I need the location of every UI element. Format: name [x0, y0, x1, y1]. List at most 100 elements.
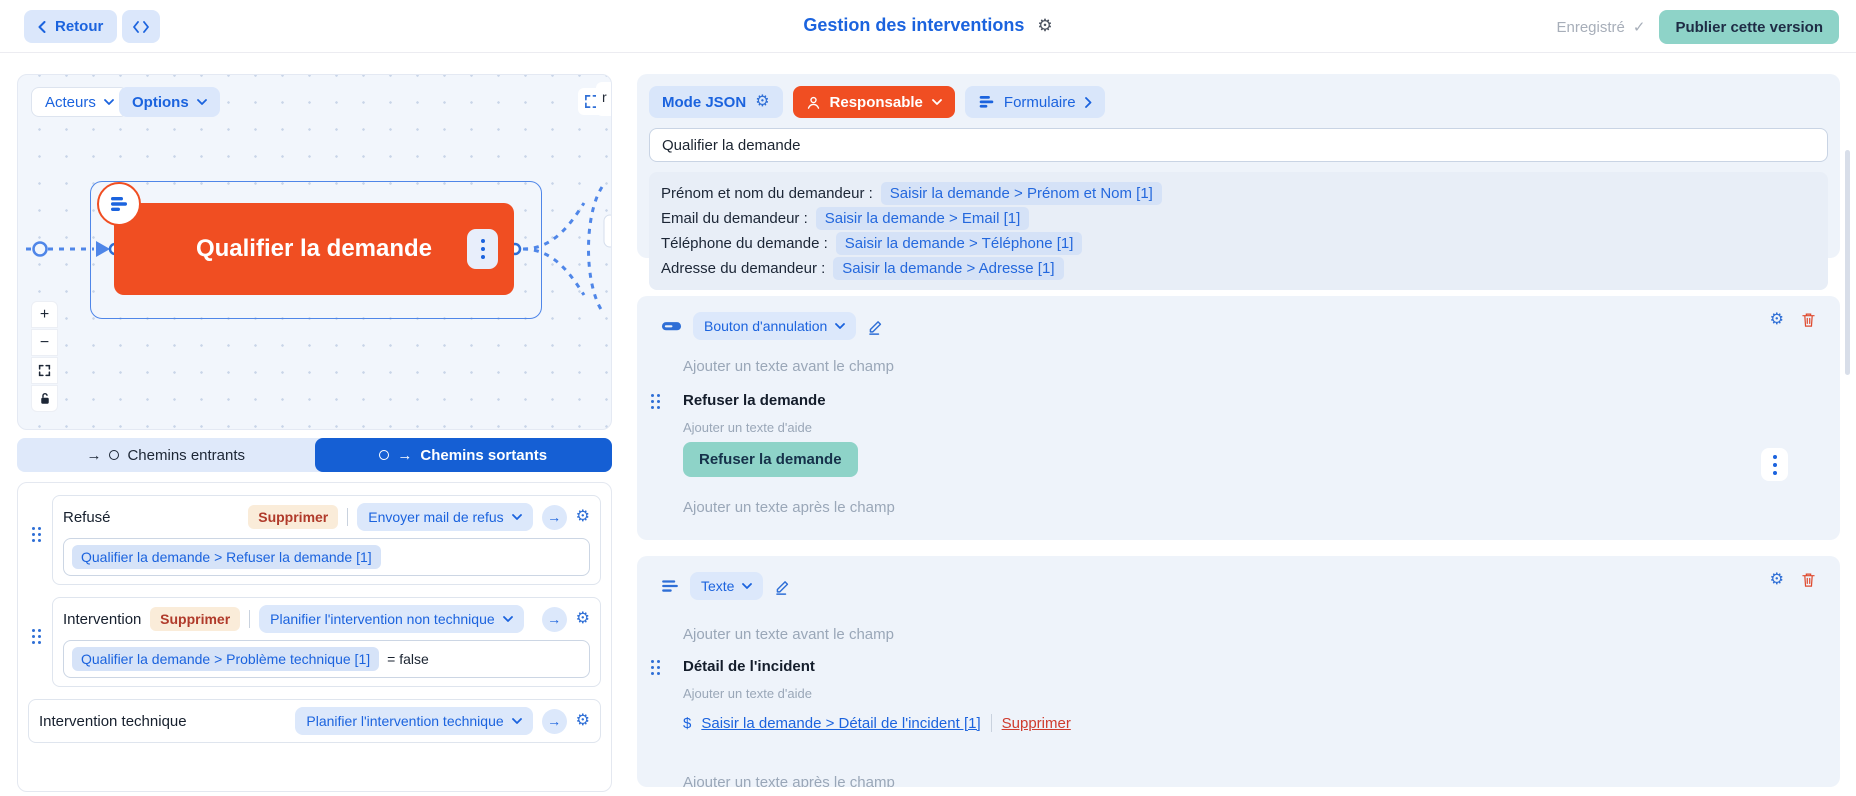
field-menu-button[interactable]	[1761, 448, 1788, 481]
lock-button[interactable]	[31, 385, 58, 412]
chevron-down-icon	[932, 99, 942, 106]
publish-button[interactable]: Publier cette version	[1659, 10, 1839, 44]
divider	[347, 508, 348, 526]
zoom-in-button[interactable]: +	[31, 301, 58, 328]
path-settings-icon[interactable]: ⚙	[576, 509, 590, 525]
help-text-placeholder[interactable]: Ajouter un texte d'aide	[683, 686, 812, 701]
go-to-step-button[interactable]: →	[542, 505, 567, 530]
target-step-label: Envoyer mail de refus	[368, 509, 503, 525]
tab-incoming-paths[interactable]: → Chemins entrants	[17, 438, 315, 472]
form-label: Formulaire	[1004, 94, 1076, 111]
info-line: Prénom et nom du demandeur : Saisir la d…	[661, 182, 1816, 205]
info-binding-chip[interactable]: Saisir la demande > Email [1]	[816, 207, 1030, 230]
options-dropdown[interactable]: Options	[119, 87, 220, 117]
request-info-block: Prénom et nom du demandeur : Saisir la d…	[649, 172, 1828, 290]
info-binding-chip[interactable]: Saisir la demande > Adresse [1]	[833, 257, 1063, 280]
go-to-step-button[interactable]: →	[542, 709, 567, 734]
form-breadcrumb-button[interactable]: Formulaire	[965, 86, 1105, 118]
help-text-placeholder[interactable]: Ajouter un texte d'aide	[683, 420, 812, 435]
workflow-node[interactable]: Qualifier la demande	[114, 203, 514, 295]
drag-handle[interactable]	[32, 629, 41, 644]
after-text-placeholder[interactable]: Ajouter un texte après le champ	[683, 499, 895, 516]
drag-handle[interactable]	[32, 527, 41, 542]
target-step-dropdown[interactable]: Planifier l'intervention non technique	[259, 605, 524, 633]
workflow-settings-icon[interactable]: ⚙	[1037, 16, 1052, 35]
node-circle-icon	[109, 450, 119, 460]
role-dropdown[interactable]: Responsable	[793, 86, 955, 118]
field-type-label: Bouton d'annulation	[704, 318, 827, 334]
divider	[991, 714, 992, 732]
options-label: Options	[132, 94, 189, 111]
condition-chip[interactable]: Qualifier la demande > Refuser la demand…	[72, 545, 381, 569]
fullscreen-button[interactable]	[31, 357, 58, 384]
info-binding-chip[interactable]: Saisir la demande > Téléphone [1]	[836, 232, 1083, 255]
condition-box[interactable]: Qualifier la demande > Problème techniqu…	[63, 640, 590, 678]
path-row: Intervention technique Planifier l'inter…	[28, 699, 601, 743]
drag-handle[interactable]	[651, 660, 660, 675]
go-to-step-button[interactable]: →	[542, 607, 567, 632]
data-binding-row: $ Saisir la demande > Détail de l'incide…	[683, 714, 1071, 732]
actors-label: Acteurs	[45, 94, 96, 111]
before-text-placeholder[interactable]: Ajouter un texte avant le champ	[683, 358, 894, 375]
path-settings-icon[interactable]: ⚙	[576, 611, 590, 627]
drag-handle[interactable]	[651, 394, 660, 409]
form-field-card: Texte ⚙ Ajouter un texte avant le champ …	[637, 556, 1840, 787]
edit-pencil-icon[interactable]	[867, 318, 884, 335]
zoom-out-button[interactable]: −	[31, 329, 58, 356]
mode-json-button[interactable]: Mode JSON ⚙	[649, 86, 783, 118]
condition-box[interactable]: Qualifier la demande > Refuser la demand…	[63, 538, 590, 576]
chevron-down-icon	[742, 583, 752, 590]
node-menu-button[interactable]	[467, 229, 498, 269]
after-text-placeholder[interactable]: Ajouter un texte après le champ	[683, 774, 895, 787]
path-settings-icon[interactable]: ⚙	[576, 713, 590, 729]
actors-dropdown[interactable]: Acteurs	[31, 87, 128, 117]
field-settings-icon[interactable]: ⚙	[1770, 312, 1784, 328]
field-label[interactable]: Refuser la demande	[683, 392, 826, 409]
before-text-placeholder[interactable]: Ajouter un texte avant le champ	[683, 626, 894, 643]
save-status: Enregistré ✓	[1556, 18, 1645, 36]
trash-icon[interactable]	[1801, 312, 1816, 328]
workflow-canvas[interactable]: Acteurs Options r Qualifier la demande +…	[17, 74, 612, 430]
remove-binding-link[interactable]: Supprimer	[1002, 715, 1071, 732]
condition-chip[interactable]: Qualifier la demande > Problème techniqu…	[72, 647, 379, 671]
edit-pencil-icon[interactable]	[774, 578, 791, 595]
step-name-input[interactable]	[649, 128, 1828, 162]
field-type-dropdown[interactable]: Bouton d'annulation	[693, 312, 856, 340]
incoming-label: Chemins entrants	[127, 447, 245, 464]
json-settings-icon[interactable]: ⚙	[755, 94, 769, 110]
chevron-right-icon	[1085, 97, 1092, 108]
form-field-card: Bouton d'annulation ⚙ Ajouter un texte a…	[637, 296, 1840, 540]
chevron-down-icon	[835, 323, 845, 330]
info-binding-chip[interactable]: Saisir la demande > Prénom et Nom [1]	[881, 182, 1162, 205]
clipped-panel: r	[596, 82, 612, 116]
tab-outgoing-paths[interactable]: → Chemins sortants	[315, 438, 613, 472]
trash-icon[interactable]	[1801, 572, 1816, 588]
delete-path-badge[interactable]: Supprimer	[248, 505, 338, 529]
clipped-text: r	[602, 89, 607, 105]
field-type-label: Texte	[701, 578, 734, 594]
delete-path-badge[interactable]: Supprimer	[150, 607, 240, 631]
top-bar: Retour Gestion des interventions ⚙ Enreg…	[0, 0, 1856, 53]
role-label: Responsable	[830, 94, 923, 111]
path-tabs: → Chemins entrants → Chemins sortants	[17, 438, 612, 472]
page-title: Gestion des interventions	[803, 15, 1024, 35]
form-type-icon	[97, 182, 141, 226]
target-step-label: Planifier l'intervention technique	[306, 713, 503, 729]
fullscreen-icon	[38, 364, 51, 377]
form-icon	[978, 95, 995, 109]
variable-dollar-icon: $	[683, 715, 691, 732]
path-row: Intervention r Supprimer Planifier l'int…	[28, 597, 601, 687]
scrollbar-thumb[interactable]	[1845, 150, 1850, 375]
binding-link[interactable]: Saisir la demande > Détail de l'incident…	[701, 715, 980, 732]
path-name: Intervention technique	[39, 713, 286, 730]
field-type-dropdown[interactable]: Texte	[690, 572, 763, 600]
cancel-action-button[interactable]: Refuser la demande	[683, 442, 858, 477]
field-label[interactable]: Détail de l'incident	[683, 658, 815, 675]
person-icon	[806, 95, 821, 110]
divider	[249, 610, 250, 628]
target-step-dropdown[interactable]: Envoyer mail de refus	[357, 503, 532, 531]
zoom-toolbar: + −	[31, 301, 58, 412]
path-name: Refusé	[63, 509, 239, 526]
field-settings-icon[interactable]: ⚙	[1770, 572, 1784, 588]
target-step-dropdown[interactable]: Planifier l'intervention technique	[295, 707, 532, 735]
